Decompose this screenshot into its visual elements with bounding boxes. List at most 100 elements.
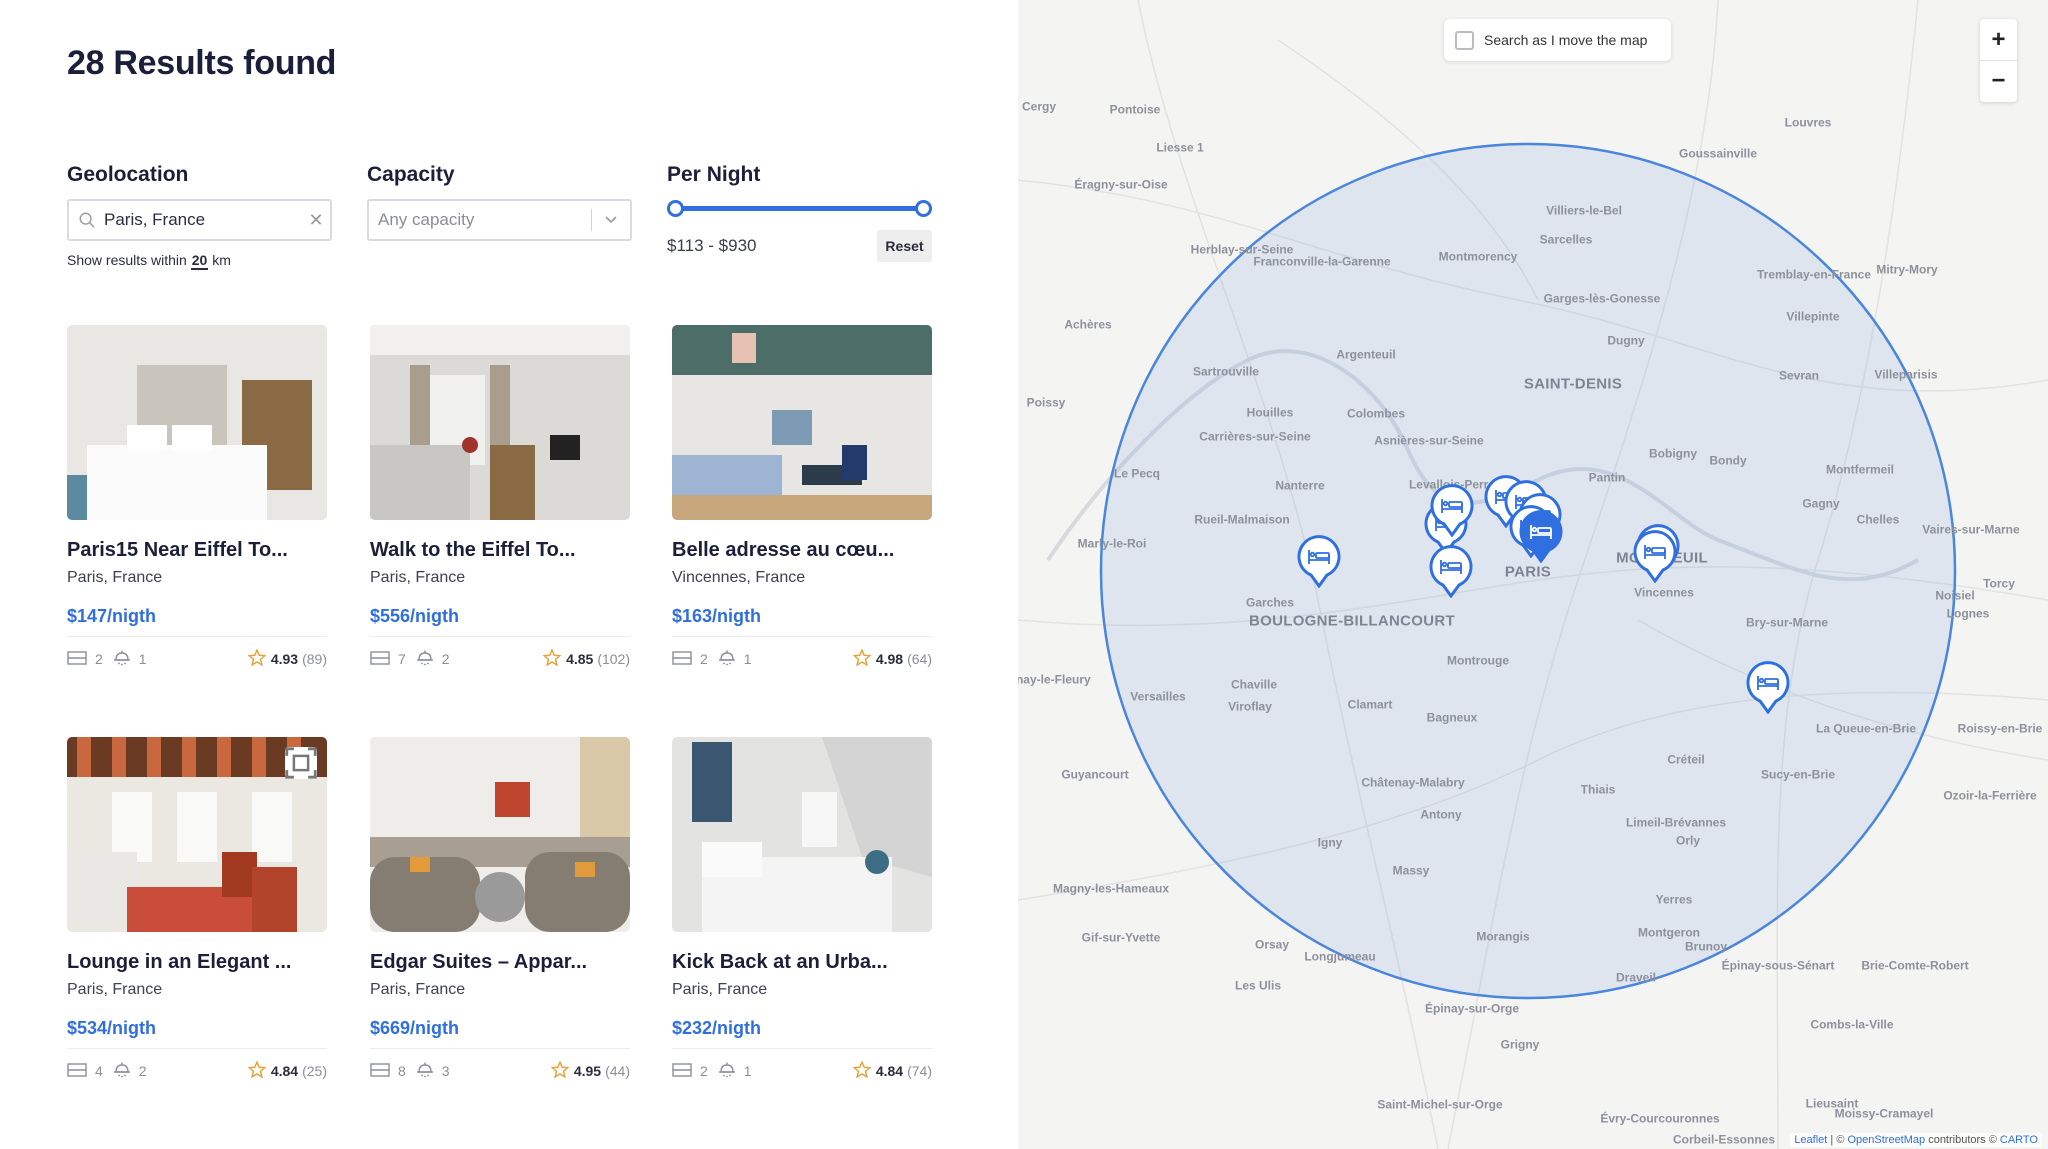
listing-image[interactable]: [672, 737, 932, 932]
listing-title[interactable]: Edgar Suites – Appar...: [370, 951, 587, 974]
map-place-label: Goussainville: [1678, 146, 1758, 161]
chevron-down-icon[interactable]: [592, 215, 630, 225]
listing-amenities: 2 1 4.98 (64): [672, 648, 932, 670]
slider-max-handle[interactable]: [915, 200, 932, 217]
map-place-label: Longjumeau: [1304, 949, 1376, 964]
listing-title[interactable]: Walk to the Eiffel To...: [370, 539, 576, 562]
map-marker-active[interactable]: [1519, 509, 1563, 564]
leaflet-link[interactable]: Leaflet: [1794, 1134, 1827, 1146]
slider-min-handle[interactable]: [667, 200, 684, 217]
review-count: (44): [605, 1063, 630, 1079]
slider-track: [675, 206, 924, 211]
map-place-label: Brie-Comte-Robert: [1861, 958, 1969, 973]
listing-amenities: 4 2 4.84 (25): [67, 1060, 327, 1082]
bed-icon: [1519, 510, 1563, 564]
listing-image[interactable]: [67, 325, 327, 520]
map-place-label: Corbeil-Essonnes: [1672, 1132, 1776, 1147]
listing-card[interactable]: Paris15 Near Eiffel To... Paris, France $1…: [67, 325, 327, 695]
search-as-move-checkbox[interactable]: [1455, 30, 1474, 50]
map-place-label: Lognes: [1946, 606, 1990, 621]
listing-rating: 4.85 (102): [542, 648, 630, 669]
review-count: (25): [302, 1063, 327, 1079]
baths-count: 1: [138, 651, 147, 667]
map-place-label: Garges-lès-Gonesse: [1543, 291, 1661, 306]
shower-icon: [113, 1062, 139, 1081]
map-marker[interactable]: [1297, 534, 1341, 589]
listing-image[interactable]: [672, 325, 932, 520]
listing-title[interactable]: Kick Back at an Urba...: [672, 951, 888, 974]
shower-icon: [416, 1062, 442, 1081]
geolocation-value[interactable]: Paris, France: [104, 210, 302, 230]
map-place-label: Garches: [1245, 595, 1295, 610]
map-place-label: Brunoy: [1685, 939, 1727, 954]
listing-card[interactable]: Kick Back at an Urba... Paris, France $232…: [672, 737, 932, 1107]
map-place-label: Colombes: [1346, 406, 1406, 421]
map-place-label: Carrières-sur-Seine: [1199, 429, 1311, 444]
baths-count: 1: [743, 1063, 752, 1079]
listing-card[interactable]: Belle adresse au cœu... Vincennes, France…: [672, 325, 932, 695]
listing-title[interactable]: Paris15 Near Eiffel To...: [67, 539, 288, 562]
beds-count: 8: [398, 1063, 406, 1079]
map-place-label: Morangis: [1476, 929, 1530, 944]
map-place-label: Cergy: [1021, 99, 1057, 114]
listing-image[interactable]: [67, 737, 327, 932]
map-place-label: Asnières-sur-Seine: [1374, 433, 1484, 448]
baths-count: 1: [743, 651, 752, 667]
rating-score: 4.84: [270, 1063, 299, 1079]
attrib-sep: | ©: [1827, 1134, 1848, 1146]
map-place-label: Mitry-Mory: [1876, 262, 1938, 277]
map-place-label: PARIS: [1504, 563, 1552, 581]
osm-link[interactable]: OpenStreetMap: [1847, 1134, 1925, 1146]
carto-link[interactable]: CARTO: [2000, 1134, 2038, 1146]
card-divider: [672, 636, 932, 637]
listing-card[interactable]: Walk to the Eiffel To... Paris, France $55…: [370, 325, 630, 695]
rating-score: 4.84: [875, 1063, 904, 1079]
map-marker[interactable]: [1430, 483, 1474, 538]
card-divider: [370, 1048, 630, 1049]
listing-price: $163/nigth: [672, 606, 762, 626]
map[interactable]: Cergy Pontoise Liesse 1 Éragny-sur-Oise Louv…: [1018, 0, 2048, 1149]
beds-count: 2: [95, 651, 103, 667]
map-place-label: Tremblay-en-France: [1756, 267, 1872, 282]
map-marker[interactable]: [1633, 529, 1677, 584]
map-place-label: Houilles: [1246, 405, 1294, 420]
price-range-slider[interactable]: [667, 200, 932, 218]
map-place-label: Villiers-le-Bel: [1546, 203, 1622, 218]
bed-icon: [370, 1062, 398, 1080]
map-place-label: Orsay: [1254, 937, 1290, 952]
geolocation-input[interactable]: Paris, France ✕: [67, 199, 332, 241]
listing-card[interactable]: Edgar Suites – Appar... Paris, France $669…: [370, 737, 630, 1107]
search-as-move-toggle[interactable]: Search as I move the map: [1444, 19, 1671, 61]
map-marker[interactable]: [1746, 660, 1790, 715]
map-place-label: Sartrouville: [1192, 364, 1260, 379]
capacity-select[interactable]: Any capacity: [367, 199, 632, 241]
results-count-title: 28 Results found: [67, 44, 337, 82]
map-place-label: Chelles: [1856, 512, 1900, 527]
geolocation-label: Geolocation: [67, 163, 189, 186]
bed-icon: [672, 650, 700, 668]
star-icon: [542, 648, 562, 669]
zoom-in-button[interactable]: +: [1980, 19, 2017, 60]
map-marker[interactable]: [1429, 544, 1473, 599]
radius-value[interactable]: 20: [190, 252, 209, 270]
listing-amenities: 7 2 4.85 (102): [370, 648, 630, 670]
map-place-label: Louvres: [1784, 115, 1832, 130]
map-place-label: Combs-la-Ville: [1810, 1017, 1894, 1032]
bed-icon: [1429, 545, 1473, 599]
expand-icon[interactable]: [285, 747, 317, 779]
clear-icon[interactable]: ✕: [302, 210, 330, 231]
map-place-label: Antony: [1420, 807, 1462, 822]
listing-title[interactable]: Lounge in an Elegant ...: [67, 951, 291, 974]
map-place-label: Montfermeil: [1825, 462, 1895, 477]
zoom-out-button[interactable]: −: [1980, 60, 2017, 101]
listing-title[interactable]: Belle adresse au cœu...: [672, 539, 894, 562]
listing-image[interactable]: [370, 325, 630, 520]
map-place-label: Marly-le-Roi: [1077, 536, 1147, 551]
listing-image[interactable]: [370, 737, 630, 932]
listing-card[interactable]: Lounge in an Elegant ... Paris, France $53…: [67, 737, 327, 1107]
reset-button[interactable]: Reset: [877, 230, 932, 262]
beds-count: 2: [700, 651, 708, 667]
map-place-label: Liesse 1: [1156, 140, 1204, 155]
listing-location: Paris, France: [67, 981, 163, 998]
attrib-contrib: contributors ©: [1925, 1134, 2000, 1146]
